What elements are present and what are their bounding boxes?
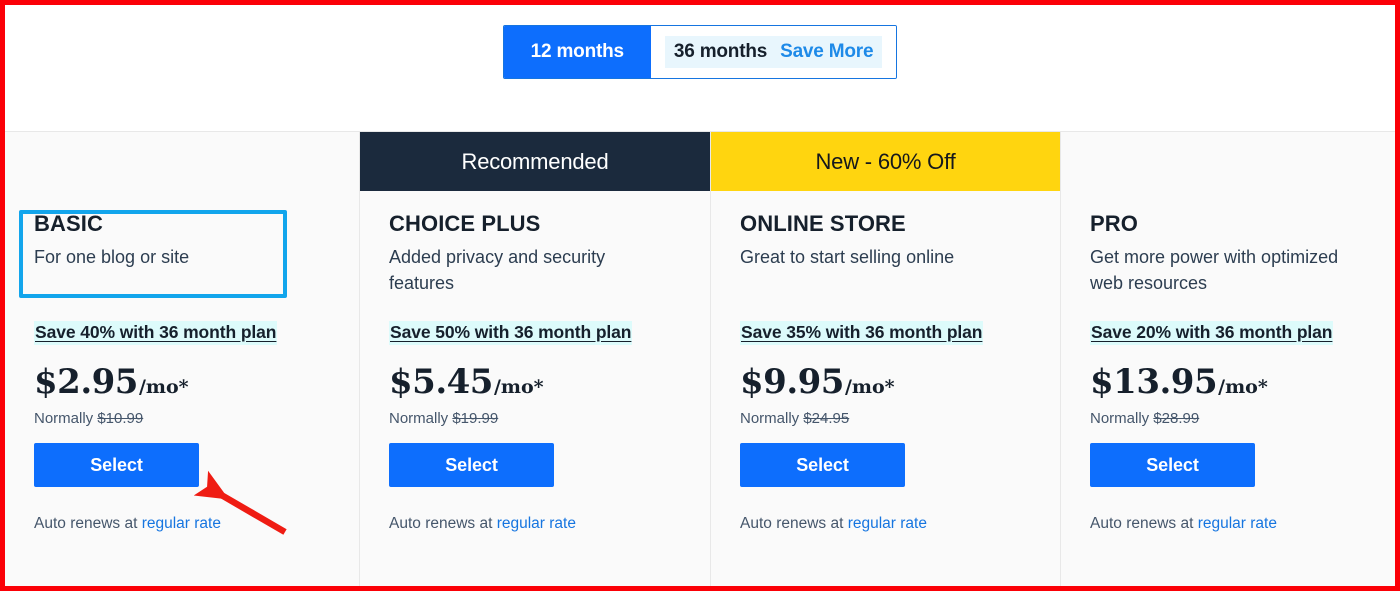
plan-autorenew-basic: Auto renews at regular rate (34, 515, 330, 533)
toggle-option-36-months[interactable]: 36 months Save More (650, 26, 897, 78)
select-button-online-store[interactable]: Select (740, 443, 905, 487)
plan-autorenew-prefix-online-store: Auto renews at (740, 515, 848, 532)
plan-normally-prefix-online-store: Normally (740, 410, 804, 427)
plan-normally-online-store: Normally $24.95 (740, 410, 1031, 427)
plan-body-choice-plus: CHOICE PLUS Added privacy and security f… (389, 132, 681, 533)
plan-banner-choice-plus: Recommended (360, 132, 710, 191)
plan-body-online-store: ONLINE STORE Great to start selling onli… (740, 132, 1031, 533)
plan-autorenew-prefix-choice-plus: Auto renews at (389, 515, 497, 532)
plan-tagline-pro: Get more power with optimized web resour… (1090, 247, 1339, 293)
select-button-basic[interactable]: Select (34, 443, 199, 487)
plan-card-pro: PRO Get more power with optimized web re… (1061, 132, 1395, 586)
plan-price-unit-pro: /mo* (1218, 376, 1268, 398)
pricing-plans-grid: BASIC For one blog or site Save 40% with… (5, 131, 1395, 586)
plan-tagline-basic: For one blog or site (34, 247, 190, 268)
plan-price-online-store: $9.95 /mo* (740, 362, 1031, 402)
plan-price-pro: $13.95 /mo* (1090, 362, 1366, 402)
toggle-option-36-months-label: 36 months (673, 41, 768, 62)
plan-autorenew-online-store: Auto renews at regular rate (740, 515, 1031, 533)
save-more-label: Save More (780, 41, 874, 62)
plan-normally-prefix-choice-plus: Normally (389, 410, 453, 427)
plan-card-basic: BASIC For one blog or site Save 40% with… (5, 132, 360, 586)
plan-banner-label-choice-plus: Recommended (461, 148, 609, 174)
plan-normally-choice-plus: Normally $19.99 (389, 410, 681, 427)
regular-rate-link-basic[interactable]: regular rate (142, 515, 221, 532)
plan-savings-choice-plus: Save 50% with 36 month plan (389, 321, 633, 345)
plan-title-choice-plus: CHOICE PLUS (389, 211, 541, 236)
plan-autorenew-pro: Auto renews at regular rate (1090, 515, 1366, 533)
regular-rate-link-choice-plus[interactable]: regular rate (497, 515, 576, 532)
pricing-page-screenshot: 12 months 36 months Save More BASIC For … (0, 0, 1400, 591)
billing-term-toggle-bar: 12 months 36 months Save More (5, 5, 1395, 131)
plan-normally-price-pro: $28.99 (1153, 410, 1200, 427)
plan-title-block-basic: BASIC For one blog or site (34, 191, 330, 298)
plan-normally-price-choice-plus: $19.99 (452, 410, 499, 427)
plan-card-choice-plus: Recommended CHOICE PLUS Added privacy an… (360, 132, 711, 586)
plan-savings-pro: Save 20% with 36 month plan (1090, 321, 1334, 345)
plan-savings-basic: Save 40% with 36 month plan (34, 321, 278, 345)
plan-savings-online-store: Save 35% with 36 month plan (740, 321, 984, 345)
plan-normally-pro: Normally $28.99 (1090, 410, 1366, 427)
plan-normally-price-online-store: $24.95 (803, 410, 850, 427)
plan-price-unit-basic: /mo* (138, 376, 189, 398)
plan-price-choice-plus: $5.45 /mo* (389, 362, 681, 402)
plan-normally-price-basic: $10.99 (97, 410, 144, 427)
plan-price-basic: $2.95 /mo* (34, 362, 330, 402)
regular-rate-link-pro[interactable]: regular rate (1198, 515, 1277, 532)
plan-title-online-store: ONLINE STORE (740, 211, 906, 236)
plan-price-amount-choice-plus: $5.45 (389, 362, 493, 402)
plan-banner-online-store: New - 60% Off (711, 132, 1060, 191)
plan-normally-prefix-pro: Normally (1090, 410, 1154, 427)
toggle-option-12-months[interactable]: 12 months (503, 26, 651, 78)
plan-tagline-online-store: Great to start selling online (740, 247, 955, 268)
plan-autorenew-prefix-basic: Auto renews at (34, 515, 142, 532)
plan-price-amount-basic: $2.95 (34, 362, 138, 402)
plan-normally-prefix-basic: Normally (34, 410, 98, 427)
plan-banner-basic (5, 132, 359, 191)
plan-card-online-store: New - 60% Off ONLINE STORE Great to star… (711, 132, 1061, 586)
plan-title-block-pro: PRO Get more power with optimized web re… (1090, 191, 1366, 298)
plan-title-block-choice-plus: CHOICE PLUS Added privacy and security f… (389, 191, 681, 298)
plan-autorenew-choice-plus: Auto renews at regular rate (389, 515, 681, 533)
plan-price-unit-choice-plus: /mo* (493, 376, 544, 398)
plan-title-block-online-store: ONLINE STORE Great to start selling onli… (740, 191, 1031, 298)
plan-body-basic: BASIC For one blog or site Save 40% with… (34, 132, 330, 533)
plan-price-unit-online-store: /mo* (844, 376, 895, 398)
plan-title-pro: PRO (1090, 211, 1138, 236)
plan-banner-pro (1061, 132, 1395, 191)
plan-tagline-choice-plus: Added privacy and security features (389, 247, 606, 293)
select-button-choice-plus[interactable]: Select (389, 443, 554, 487)
plan-price-amount-pro: $13.95 (1090, 362, 1218, 402)
select-button-pro[interactable]: Select (1090, 443, 1255, 487)
toggle-option-36-months-inner: 36 months Save More (664, 36, 883, 68)
regular-rate-link-online-store[interactable]: regular rate (848, 515, 927, 532)
plan-autorenew-prefix-pro: Auto renews at (1090, 515, 1198, 532)
plan-body-pro: PRO Get more power with optimized web re… (1090, 132, 1366, 533)
plan-price-amount-online-store: $9.95 (740, 362, 844, 402)
plan-title-basic: BASIC (34, 211, 103, 236)
billing-term-toggle[interactable]: 12 months 36 months Save More (502, 25, 898, 79)
plan-normally-basic: Normally $10.99 (34, 410, 330, 427)
plan-banner-label-online-store: New - 60% Off (815, 148, 956, 174)
